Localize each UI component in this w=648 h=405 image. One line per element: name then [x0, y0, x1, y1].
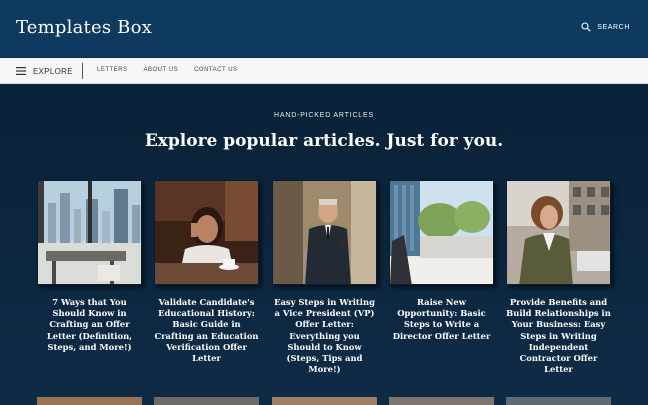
- explore-label: EXPLORE: [33, 66, 73, 76]
- next-row-thumbnail-3[interactable]: [272, 397, 377, 405]
- brand-logo[interactable]: Templates Box: [16, 17, 152, 38]
- article-title-4[interactable]: Raise New Opportunity: Basic Steps to Wr…: [389, 297, 494, 342]
- article-title-2[interactable]: Validate Candidate's Educational History…: [154, 297, 259, 364]
- article-image-office[interactable]: [37, 180, 142, 285]
- explore-menu-button[interactable]: EXPLORE: [16, 64, 73, 78]
- nav-bar: EXPLORE LETTERS ABOUT US CONTACT US: [0, 58, 648, 84]
- section-kicker: HAND-PICKED ARTICLES: [274, 112, 374, 119]
- article-title-5[interactable]: Provide Benefits and Build Relationships…: [506, 297, 611, 375]
- search-label: SEARCH: [597, 23, 630, 31]
- nav-divider: [82, 63, 83, 79]
- article-card-5[interactable]: Provide Benefits and Build Relationships…: [506, 180, 611, 375]
- article-card-1[interactable]: 7 Ways that You Should Know in Crafting …: [37, 180, 142, 353]
- nav-link-contact-us[interactable]: CONTACT US: [194, 67, 237, 73]
- article-image-street[interactable]: [506, 180, 611, 285]
- next-row-thumbnail-4[interactable]: [389, 397, 494, 405]
- article-image-businessman[interactable]: [272, 180, 377, 285]
- search-button[interactable]: SEARCH: [581, 22, 630, 32]
- search-icon: [581, 22, 591, 32]
- article-card-2[interactable]: Validate Candidate's Educational History…: [154, 180, 259, 364]
- nav-link-about-us[interactable]: ABOUT US: [144, 67, 179, 73]
- article-card-3[interactable]: Easy Steps in Writing a Vice President (…: [272, 180, 377, 375]
- section-headline: Explore popular articles. Just for you.: [144, 131, 504, 151]
- nav-link-letters[interactable]: LETTERS: [97, 67, 128, 73]
- hamburger-icon: [16, 67, 26, 75]
- article-image-city[interactable]: [389, 180, 494, 285]
- site-header: Templates Box SEARCH: [0, 0, 648, 58]
- next-row-thumbnail-2[interactable]: [154, 397, 259, 405]
- article-title-3[interactable]: Easy Steps in Writing a Vice President (…: [272, 297, 377, 375]
- article-title-1[interactable]: 7 Ways that You Should Know in Crafting …: [37, 297, 142, 353]
- article-image-cafe[interactable]: [154, 180, 259, 285]
- next-row-thumbnail-1[interactable]: [37, 397, 142, 405]
- article-card-4[interactable]: Raise New Opportunity: Basic Steps to Wr…: [389, 180, 494, 342]
- next-row-thumbnail-5[interactable]: [506, 397, 611, 405]
- nav-links: LETTERS ABOUT US CONTACT US: [97, 67, 238, 73]
